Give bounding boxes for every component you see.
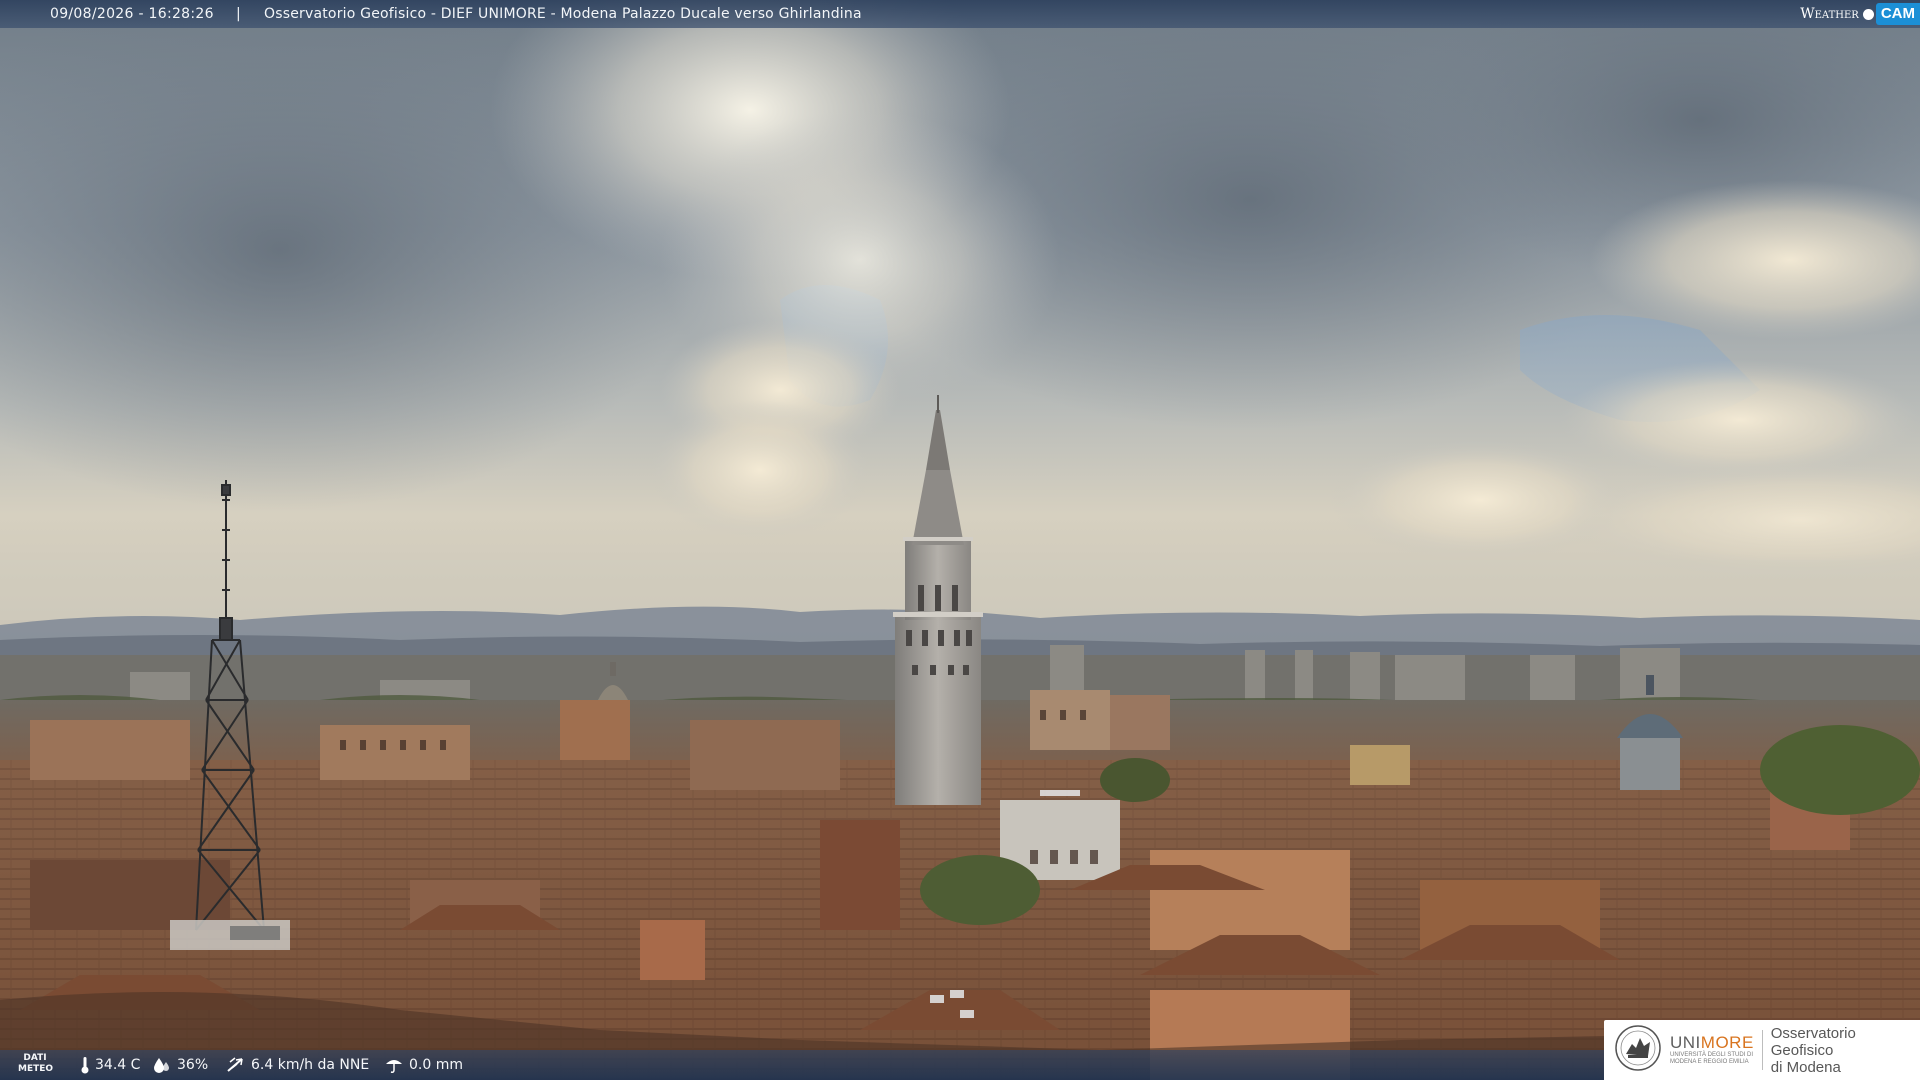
webcam-frame: 09/08/2026 - 16:28:26 | Osservatorio Geo…: [0, 0, 1920, 1080]
university-seal-icon: [1614, 1024, 1662, 1076]
capture-timestamp: 09/08/2026 - 16:28:26: [50, 6, 214, 22]
humidity-value: 36%: [177, 1057, 209, 1073]
brand-cam-text: CAM: [1875, 3, 1920, 25]
thermometer-icon: [80, 1056, 90, 1074]
university-name: UNIVERSITÀ DEGLI STUDI DI MODENA E REGGI…: [1670, 1052, 1754, 1065]
temperature-reading: 34.4 C: [80, 1050, 140, 1080]
brand-dot-icon: [1862, 8, 1874, 20]
unimore-observatory-logo: UNIMORE UNIVERSITÀ DEGLI STUDI DI MODENA…: [1604, 1020, 1920, 1080]
rain-gauge-icon: [384, 1056, 404, 1074]
wind-value: 6.4 km/h da NNE: [251, 1057, 370, 1073]
wind-icon: [226, 1055, 246, 1075]
unimore-wordmark: UNIMORE: [1670, 1033, 1754, 1052]
rain-value: 0.0 mm: [409, 1057, 463, 1073]
observatory-name: Osservatorio Geofisico di Modena: [1770, 1024, 1856, 1076]
temperature-value: 34.4 C: [95, 1057, 141, 1073]
wind-reading: 6.4 km/h da NNE: [226, 1050, 369, 1080]
webcam-info-bar: 09/08/2026 - 16:28:26 | Osservatorio Geo…: [0, 0, 1920, 28]
humidity-icon: [152, 1056, 172, 1074]
brand-weather-text: Weather: [1800, 6, 1859, 22]
logo-divider: [1761, 1030, 1763, 1070]
weathercam-logo: Weather CAM: [1794, 0, 1920, 28]
weather-data-bar: DATI METEO 34.4 C 36% 6.4 km/h da NNE 0.…: [0, 1050, 1604, 1080]
camera-title: Osservatorio Geofisico - DIEF UNIMORE - …: [264, 6, 862, 22]
weather-data-label: DATI METEO: [18, 1053, 54, 1074]
title-separator: |: [236, 6, 241, 22]
webcam-photo: [0, 0, 1920, 1080]
humidity-reading: 36%: [152, 1050, 208, 1080]
rain-reading: 0.0 mm: [384, 1050, 463, 1080]
